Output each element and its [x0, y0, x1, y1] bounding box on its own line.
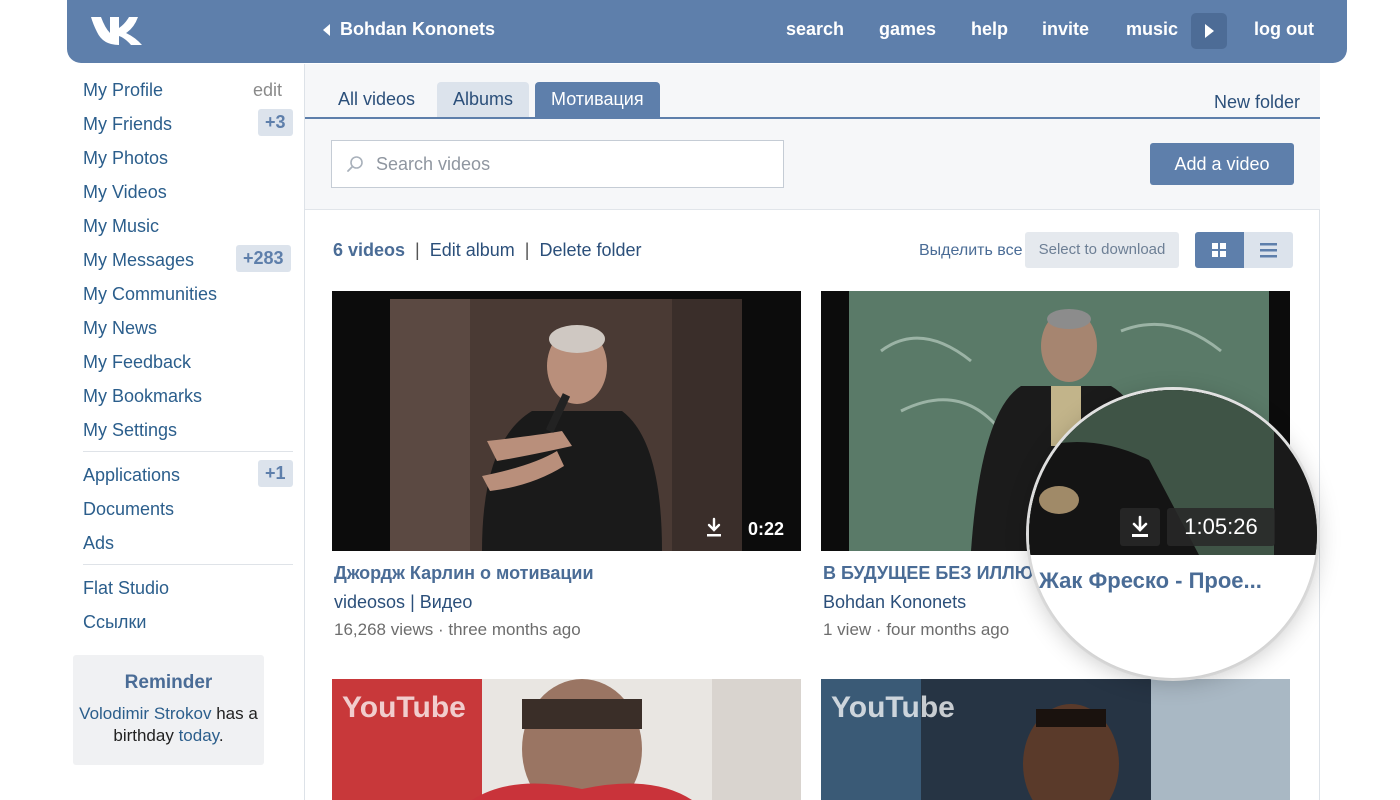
nav-games[interactable]: games — [879, 19, 936, 40]
left-sidebar: My Profile edit My Friends +3 My Photos … — [67, 64, 304, 800]
video-duration: 0:22 — [748, 519, 785, 539]
applications-count-badge[interactable]: +1 — [258, 460, 293, 487]
video-views: 1 view — [823, 620, 872, 639]
edit-profile-link[interactable]: edit — [253, 80, 282, 101]
sidebar-divider — [83, 451, 293, 452]
sidebar-item-friends[interactable]: My Friends — [83, 114, 172, 135]
reminder-title: Reminder — [124, 672, 213, 693]
album-toolbar: 6 videos | Edit album | Delete folder — [333, 240, 642, 261]
video-thumbnail[interactable]: YouTube — [821, 679, 1290, 800]
tab-all-videos[interactable]: All videos — [338, 82, 415, 117]
view-toggle — [1195, 232, 1293, 268]
reminder-today-link[interactable]: today — [179, 726, 219, 745]
reminder-period: . — [218, 726, 224, 745]
nav-invite[interactable]: invite — [1042, 19, 1089, 40]
video-author-link[interactable]: videosos — [334, 592, 405, 612]
back-arrow-icon — [323, 23, 330, 36]
tab-motivation[interactable]: Мотивация — [535, 82, 660, 117]
list-view-button[interactable] — [1244, 232, 1293, 268]
sidebar-item-music[interactable]: My Music — [83, 216, 159, 237]
select-to-download-button[interactable]: Select to download — [1025, 232, 1179, 268]
reminder-text: Volodimir Strokov has a birthday today. — [73, 703, 264, 747]
sidebar-item-settings[interactable]: My Settings — [83, 420, 177, 441]
sidebar-item-feedback[interactable]: My Feedback — [83, 352, 191, 373]
video-date: three months ago — [448, 620, 581, 639]
add-video-button[interactable]: Add a video — [1150, 143, 1294, 185]
youtube-watermark: YouTube — [342, 691, 466, 724]
messages-count-badge[interactable]: +283 — [236, 245, 291, 272]
search-box[interactable] — [331, 140, 784, 188]
sidebar-item-photos[interactable]: My Photos — [83, 148, 168, 169]
video-author: videosos | Видео — [334, 592, 472, 613]
videos-count[interactable]: 6 videos — [333, 240, 405, 261]
sidebar-item-news[interactable]: My News — [83, 318, 157, 339]
video-meta: 16,268 views · three months ago — [334, 620, 581, 640]
magnified-video-title[interactable]: Жак Фреско - Прое... — [1039, 568, 1262, 594]
sidebar-item-documents[interactable]: Documents — [83, 499, 174, 520]
video-title-link[interactable]: Джордж Карлин о мотивации — [334, 563, 594, 584]
video-channel-link[interactable]: Видео — [420, 592, 473, 612]
download-icon — [1132, 515, 1148, 537]
video-views: 16,268 views — [334, 620, 434, 639]
play-icon — [1205, 24, 1214, 38]
sidebar-divider — [83, 564, 293, 565]
music-play-button[interactable] — [1191, 13, 1227, 49]
grid-view-button[interactable] — [1195, 232, 1244, 268]
sidebar-item-flat-studio[interactable]: Flat Studio — [83, 578, 169, 599]
new-folder-link[interactable]: New folder — [1214, 92, 1300, 113]
magnified-duration: 1:05:26 — [1167, 508, 1275, 546]
video-frame-image — [332, 291, 801, 551]
top-header: Bohdan Kononets search games help invite… — [67, 0, 1347, 63]
birthday-reminder: Reminder Volodimir Strokov has a birthda… — [73, 655, 264, 765]
toolbar-separator: | — [415, 240, 420, 260]
meta-dot: · — [875, 620, 882, 639]
reminder-person-link[interactable]: Volodimir Strokov — [79, 704, 211, 723]
meta-dot: · — [437, 620, 444, 639]
sidebar-item-communities[interactable]: My Communities — [83, 284, 217, 305]
magnified-download-button[interactable] — [1120, 508, 1160, 546]
friends-count-badge[interactable]: +3 — [258, 109, 293, 136]
video-thumbnail[interactable]: YouTube — [332, 679, 801, 800]
tab-albums[interactable]: Albums — [437, 82, 530, 117]
nav-music[interactable]: music — [1126, 19, 1178, 40]
video-author: Bohdan Kononets — [823, 592, 966, 613]
grid-icon — [1212, 243, 1226, 257]
youtube-watermark: YouTube — [831, 691, 955, 724]
reminder-text-part: has — [216, 704, 244, 723]
tabs-underline — [305, 117, 1320, 119]
author-separator: | — [410, 592, 415, 612]
sidebar-item-links[interactable]: Ссылки — [83, 612, 146, 633]
videos-header: All videos Albums Мотивация New folder A… — [305, 64, 1320, 210]
nav-search[interactable]: search — [786, 19, 844, 40]
video-thumbnail[interactable]: 0:22 — [332, 291, 801, 551]
search-input[interactable] — [376, 153, 776, 175]
sidebar-item-applications[interactable]: Applications — [83, 465, 180, 486]
list-icon — [1260, 243, 1277, 258]
sidebar-item-profile[interactable]: My Profile — [83, 80, 163, 101]
delete-folder-link[interactable]: Delete folder — [539, 240, 641, 261]
video-title-link[interactable]: В БУДУЩЕЕ БЕЗ ИЛЛЮ — [823, 563, 1033, 584]
nav-help[interactable]: help — [971, 19, 1008, 40]
vk-logo-icon[interactable] — [89, 14, 147, 48]
video-meta: 1 view · four months ago — [823, 620, 1009, 640]
video-date: four months ago — [886, 620, 1010, 639]
edit-album-link[interactable]: Edit album — [430, 240, 515, 261]
sidebar-item-videos[interactable]: My Videos — [83, 182, 167, 203]
toolbar-separator: | — [524, 240, 530, 260]
user-name: Bohdan Kononets — [340, 19, 495, 39]
nav-logout[interactable]: log out — [1254, 19, 1314, 40]
profile-back-link[interactable]: Bohdan Kononets — [323, 19, 495, 40]
video-author-link[interactable]: Bohdan Kononets — [823, 592, 966, 612]
sidebar-item-messages[interactable]: My Messages — [83, 250, 194, 271]
sidebar-item-ads[interactable]: Ads — [83, 533, 114, 554]
magnified-thumbnail: 1:05:26 — [1029, 390, 1317, 555]
sidebar-item-bookmarks[interactable]: My Bookmarks — [83, 386, 202, 407]
select-all-link[interactable]: Выделить все — [919, 242, 1022, 260]
search-icon — [346, 155, 364, 173]
zoom-magnifier: 1:05:26 Жак Фреско - Прое... — [1029, 390, 1317, 678]
download-icon[interactable] — [700, 514, 728, 542]
